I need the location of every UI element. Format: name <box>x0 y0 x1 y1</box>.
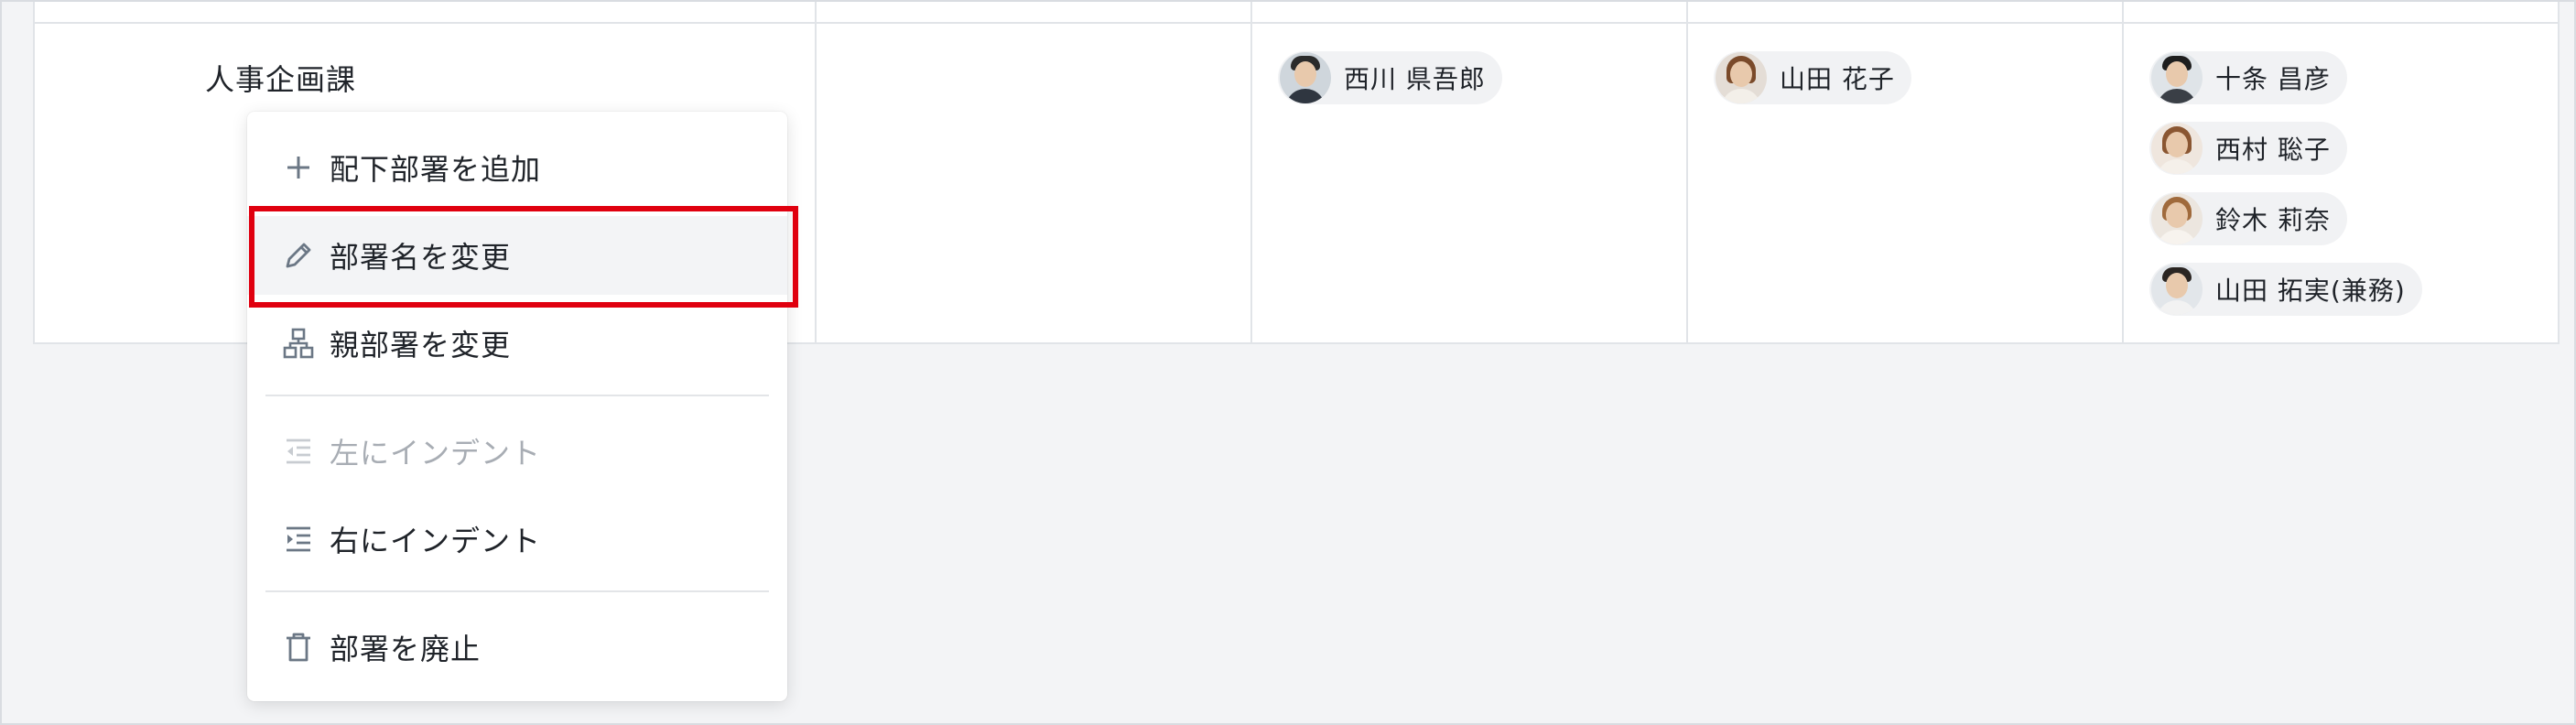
person-name: 十条 昌彦 <box>2215 64 2331 94</box>
column-divider <box>2122 2 2124 342</box>
menu-item-label: 部署を廃止 <box>330 632 482 666</box>
column-divider <box>815 2 817 342</box>
avatar <box>1280 52 1331 103</box>
outdent-icon <box>280 433 317 470</box>
menu-item-label: 配下部署を追加 <box>330 152 542 187</box>
person-name: 山田 拓実(兼務) <box>2215 276 2406 306</box>
avatar <box>2151 264 2203 315</box>
person-name: 西川 県吾郎 <box>1344 64 1486 94</box>
avatar <box>1716 52 1767 103</box>
column-divider <box>1250 2 1252 342</box>
person-chip[interactable]: 鈴木 莉奈 <box>2149 192 2347 245</box>
trash-icon <box>280 629 317 665</box>
person-chip[interactable]: 山田 拓実(兼務) <box>2149 263 2422 316</box>
menu-item-label: 親部署を変更 <box>330 328 512 362</box>
hierarchy-icon <box>280 325 317 362</box>
menu-item-abolish-department[interactable]: 部署を廃止 <box>247 608 787 687</box>
menu-item-add-sub-department[interactable]: 配下部署を追加 <box>247 128 787 207</box>
department-name[interactable]: 人事企画課 <box>205 57 356 99</box>
indent-icon <box>280 521 317 557</box>
menu-item-label: 右にインデント <box>330 524 542 558</box>
menu-item-outdent[interactable]: 左にインデント <box>247 412 787 491</box>
highlight-box <box>249 206 798 308</box>
department-context-menu: 配下部署を追加 部署名を変更 親部署を変更 左にインデント 右にインデント 部署… <box>247 112 787 701</box>
person-chip[interactable]: 山田 花子 <box>1714 51 1911 104</box>
column-divider <box>1686 2 1688 342</box>
person-chip[interactable]: 西川 県吾郎 <box>1278 51 1502 104</box>
person-name: 鈴木 莉奈 <box>2215 205 2331 235</box>
menu-item-indent[interactable]: 右にインデント <box>247 500 787 579</box>
person-name: 西村 聡子 <box>2215 135 2331 165</box>
plus-icon <box>280 149 317 186</box>
app-frame: 人事企画課 西川 県吾郎 山田 花子 十条 昌彦 西村 聡子 鈴木 莉奈 山田 … <box>0 0 2576 725</box>
avatar <box>2151 52 2203 103</box>
person-chip[interactable]: 西村 聡子 <box>2149 122 2347 175</box>
previous-row-strip <box>35 2 2558 24</box>
menu-divider <box>265 590 769 592</box>
avatar <box>2151 123 2203 174</box>
avatar <box>2151 193 2203 244</box>
person-chip[interactable]: 十条 昌彦 <box>2149 51 2347 104</box>
person-name: 山田 花子 <box>1780 64 1895 94</box>
menu-divider <box>265 395 769 396</box>
menu-item-change-parent-department[interactable]: 親部署を変更 <box>247 304 787 383</box>
menu-item-label: 左にインデント <box>330 436 542 471</box>
